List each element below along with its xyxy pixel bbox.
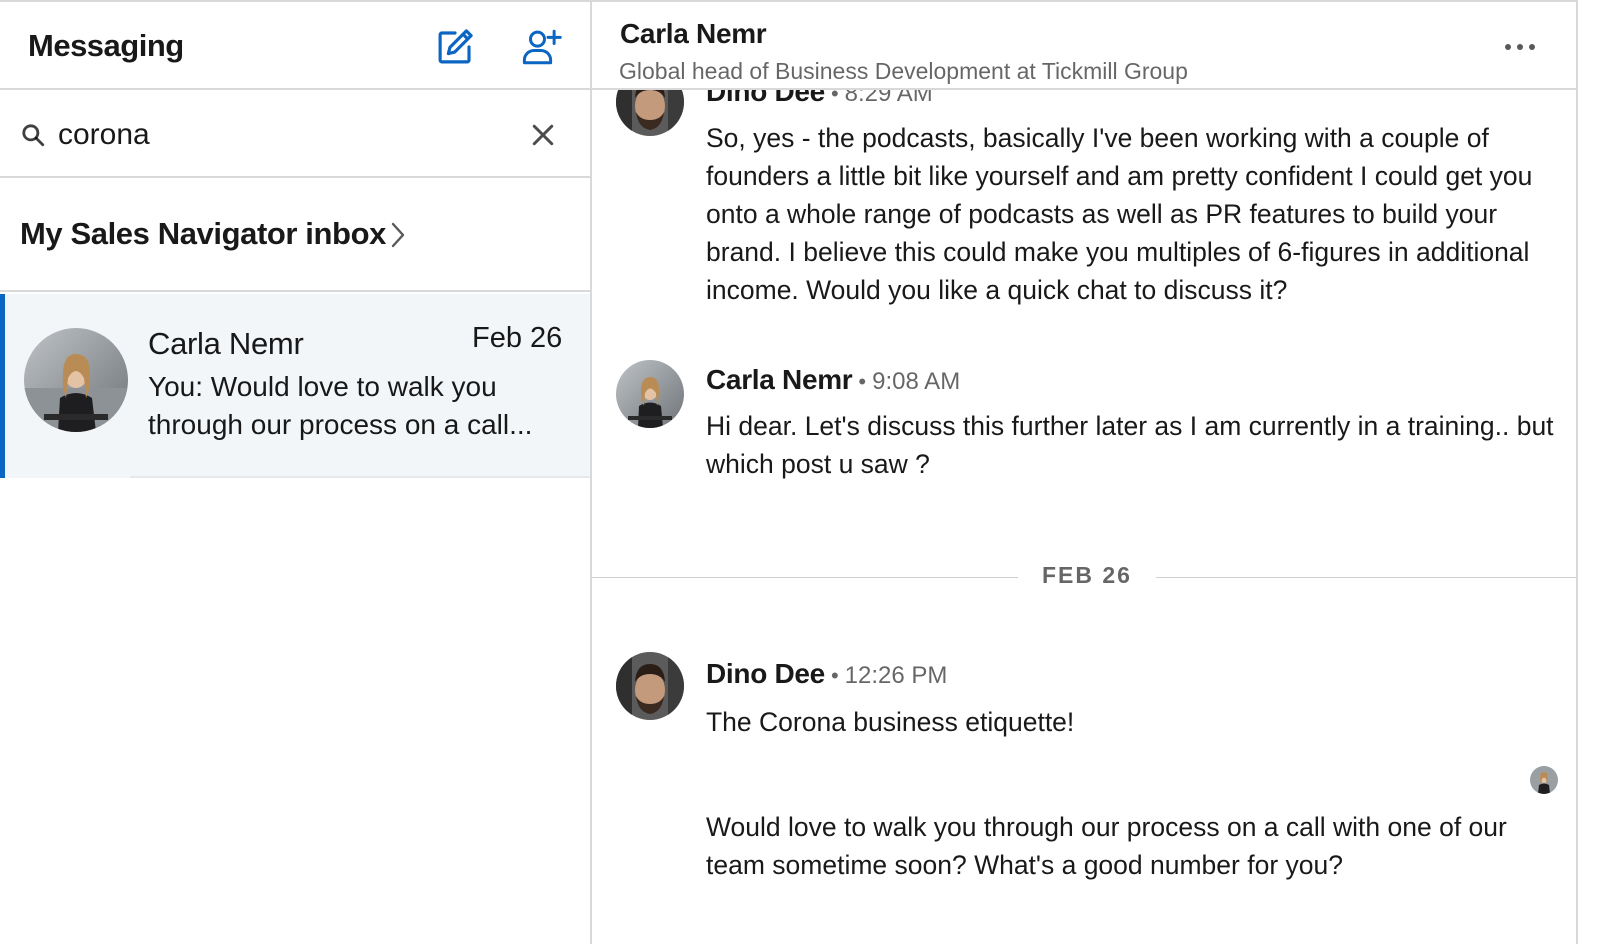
conversation-snippet: You: Would love to walk you through our …: [148, 371, 533, 440]
conversation-list-pane: Messaging corona My Sales Navigator inbo…: [0, 0, 592, 944]
avatar: [24, 328, 128, 432]
conversation-name: Carla Nemr: [148, 326, 304, 361]
thread-header: Carla Nemr Global head of Business Devel…: [592, 2, 1576, 90]
sales-navigator-label: My Sales Navigator inbox: [20, 216, 386, 251]
selected-indicator: [0, 294, 5, 478]
avatar: [616, 360, 684, 428]
thread-pane: Dino Dee • 8:29 AM So, yes - the podcasts,…: [592, 0, 1578, 944]
date-divider: FEB 26: [592, 562, 1576, 592]
search-input[interactable]: [58, 114, 518, 156]
message-time: 12:26 PM: [844, 662, 948, 689]
message-author[interactable]: Carla Nemr: [706, 364, 853, 395]
message-body-last: Would love to walk you through our proce…: [706, 812, 1507, 880]
compose-icon[interactable]: [432, 24, 478, 70]
thread-contact-headline: Global head of Business Development at T…: [619, 58, 1188, 84]
message-body: Hi dear. Let's discuss this further late…: [706, 411, 1554, 479]
date-divider-label: FEB 26: [1042, 562, 1132, 588]
message-body: The Corona business etiquette!: [706, 707, 1075, 737]
avatar: [616, 652, 684, 720]
message-time: 9:08 AM: [872, 368, 961, 395]
search-icon: [22, 124, 45, 147]
more-icon[interactable]: [1502, 40, 1538, 54]
messaging-title: Messaging: [28, 28, 184, 63]
sales-navigator-inbox-link[interactable]: My Sales Navigator inbox: [0, 180, 590, 292]
message-header: Dino Dee • 12:26 PM: [706, 658, 947, 690]
message-body: So, yes - the podcasts, basically I've b…: [706, 123, 1533, 305]
message-author[interactable]: Dino Dee: [706, 658, 825, 689]
conversation-item[interactable]: Carla Nemr Feb 26 You: Would love to wal…: [0, 294, 590, 478]
separator-dot: •: [858, 369, 867, 394]
separator-dot: •: [830, 663, 839, 688]
search-bar: [0, 92, 590, 178]
message-header: Carla Nemr • 9:08 AM: [706, 364, 960, 396]
thread-contact-name[interactable]: Carla Nemr: [620, 18, 767, 50]
page-gutter: [1578, 0, 1600, 944]
messaging-app: Messaging corona My Sales Navigator inbo…: [0, 0, 1600, 944]
divider: [130, 476, 590, 478]
add-people-icon[interactable]: [518, 24, 564, 70]
conversation-date: Feb 26: [472, 322, 563, 354]
chevron-right-icon: [391, 222, 405, 248]
messaging-header: Messaging: [0, 2, 590, 90]
close-icon[interactable]: [528, 120, 558, 150]
read-receipt-avatar: [1530, 766, 1558, 794]
